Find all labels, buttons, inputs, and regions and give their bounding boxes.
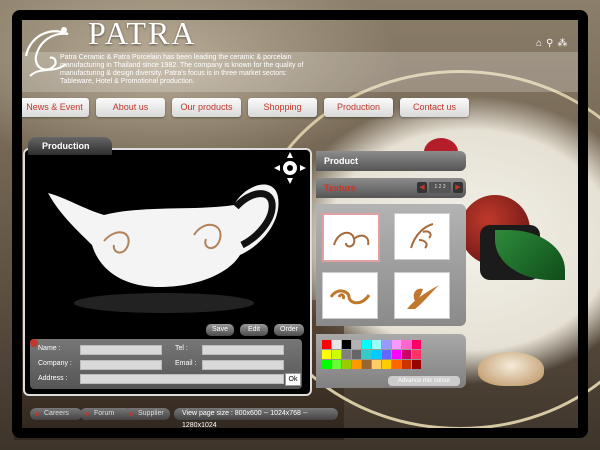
texture-tile[interactable] — [394, 272, 450, 319]
colour-swatch[interactable] — [342, 340, 351, 349]
address-field[interactable] — [80, 374, 284, 384]
sitemap-icon[interactable]: ⁂ — [557, 38, 567, 49]
colour-swatch[interactable] — [402, 340, 411, 349]
colour-swatch[interactable] — [412, 350, 421, 359]
colour-swatch[interactable] — [382, 360, 391, 369]
search-icon[interactable]: ⚲ — [546, 38, 553, 49]
product-header[interactable]: Product — [316, 151, 466, 171]
seashell-image — [478, 352, 544, 386]
colour-swatch[interactable] — [412, 360, 421, 369]
colour-swatch[interactable] — [342, 360, 351, 369]
colour-swatch[interactable] — [322, 360, 331, 369]
texture-header: Texture ◀ 1 2 3 ▶ — [316, 178, 466, 198]
order-button[interactable]: Order — [274, 324, 304, 336]
nav-about-us[interactable]: About us — [96, 98, 165, 117]
forum-label: Forum — [94, 410, 115, 417]
colour-swatch[interactable] — [402, 360, 411, 369]
name-field[interactable] — [80, 345, 162, 355]
tel-field[interactable] — [202, 345, 284, 355]
texture-title: Texture — [324, 183, 356, 193]
colour-swatch[interactable] — [332, 350, 341, 359]
company-field[interactable] — [80, 360, 162, 370]
production-tab: Production — [28, 137, 112, 155]
tel-label: Tel : — [175, 345, 188, 352]
colour-swatch[interactable] — [392, 360, 401, 369]
nav-production[interactable]: Production — [324, 98, 393, 117]
prev-arrow-icon[interactable]: ◀ — [417, 182, 427, 193]
careers-label: Careers — [44, 410, 69, 417]
colour-palette — [322, 340, 421, 369]
supplier-label: Supplier — [138, 410, 164, 417]
nav-our-products[interactable]: Our products — [172, 98, 241, 117]
careers-link[interactable]: Careers — [30, 408, 82, 420]
page-numbers[interactable]: 1 2 3 — [429, 182, 451, 193]
arrow-icon — [130, 412, 134, 416]
next-arrow-icon[interactable]: ▶ — [453, 182, 463, 193]
colour-swatch[interactable] — [362, 340, 371, 349]
colour-swatch[interactable] — [332, 360, 341, 369]
leaf-pattern-icon — [407, 285, 439, 309]
arrow-icon — [36, 412, 40, 416]
swirl-pattern-icon — [333, 231, 370, 248]
home-icon[interactable]: ⌂ — [536, 38, 542, 49]
save-button[interactable]: Save — [206, 324, 234, 336]
texture-tile[interactable] — [394, 213, 450, 260]
colour-swatch[interactable] — [342, 350, 351, 359]
nav-contact-us[interactable]: Contact us — [400, 98, 469, 117]
gravy-boat-image — [48, 184, 279, 313]
colour-swatch[interactable] — [352, 340, 361, 349]
colour-swatch[interactable] — [362, 360, 371, 369]
supplier-link[interactable]: Supplier — [124, 408, 170, 420]
colour-swatch[interactable] — [402, 350, 411, 359]
colour-swatch[interactable] — [322, 340, 331, 349]
email-label: Email : — [175, 360, 197, 367]
colour-swatch[interactable] — [322, 350, 331, 359]
colour-panel: Advance mix colour — [316, 334, 466, 388]
arrow-icon — [86, 412, 90, 416]
scroll-pattern-icon — [329, 289, 371, 305]
colour-swatch[interactable] — [412, 340, 421, 349]
colour-swatch[interactable] — [382, 350, 391, 359]
colour-swatch[interactable] — [372, 350, 381, 359]
texture-pager: ◀ 1 2 3 ▶ — [417, 182, 463, 193]
colour-swatch[interactable] — [392, 340, 401, 349]
colour-swatch[interactable] — [362, 350, 371, 359]
brand-logo[interactable]: PATRA — [88, 15, 196, 52]
colour-swatch[interactable] — [352, 360, 361, 369]
floral-pattern-icon — [410, 223, 434, 249]
collapse-arrow-icon[interactable] — [30, 339, 38, 347]
colour-swatch[interactable] — [332, 340, 341, 349]
advance-mix-colour-button[interactable]: Advance mix colour — [388, 376, 460, 386]
nav-shopping[interactable]: Shopping — [248, 98, 317, 117]
texture-panel — [316, 204, 466, 326]
colour-swatch[interactable] — [372, 340, 381, 349]
nav-news-event[interactable]: News & Event — [20, 98, 89, 117]
email-field[interactable] — [202, 360, 284, 370]
top-icons: ⌂ ⚲ ⁂ — [536, 38, 567, 49]
company-label: Company : — [38, 360, 72, 367]
ok-button[interactable]: Ok — [285, 373, 301, 386]
view-page-size[interactable]: View page size : 800x600 -- 1024x768 -- … — [174, 408, 338, 429]
name-label: Name : — [38, 345, 61, 352]
colour-swatch[interactable] — [382, 340, 391, 349]
edit-button[interactable]: Edit — [240, 324, 268, 336]
texture-tile[interactable] — [322, 272, 378, 319]
main-nav: News & Event About us Our products Shopp… — [20, 98, 469, 117]
colour-swatch[interactable] — [392, 350, 401, 359]
page-stage: PATRA ⌂ ⚲ ⁂ Patra Ceramic & Patra Porcel… — [0, 0, 600, 450]
colour-swatch[interactable] — [372, 360, 381, 369]
production-actions: Save Edit Order — [206, 324, 304, 336]
address-label: Address : — [38, 375, 68, 382]
colour-swatch[interactable] — [352, 350, 361, 359]
texture-tile[interactable] — [322, 213, 380, 262]
intro-text: Patra Ceramic & Patra Porcelain has been… — [60, 54, 304, 85]
